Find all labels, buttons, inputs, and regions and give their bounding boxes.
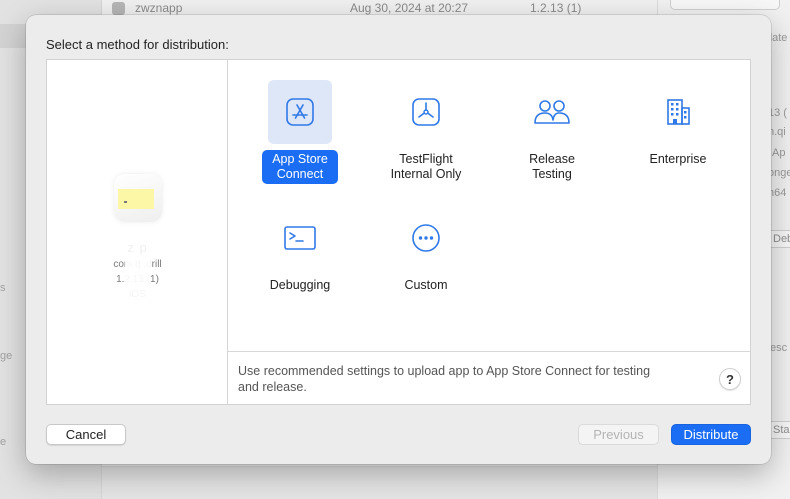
background-footer <box>102 466 657 499</box>
method-label: App Store Connect <box>262 150 338 184</box>
method-label: Release Testing <box>529 152 575 181</box>
method-release-testing[interactable]: Release Testing <box>497 80 607 184</box>
method-testflight-internal[interactable]: TestFlight Internal Only <box>371 80 481 184</box>
archive-date: Aug 30, 2024 at 20:27 <box>350 1 469 15</box>
background-fragment: Ap <box>772 147 786 159</box>
background-left-fragment: ge <box>0 350 13 362</box>
archive-version: 1.2.13 (1) <box>530 1 582 15</box>
method-tile[interactable] <box>520 80 584 144</box>
background-left-fragment: e <box>0 436 7 448</box>
background-button <box>670 0 780 10</box>
method-description: Use recommended settings to upload app t… <box>238 364 651 394</box>
archive-name: zwznapp <box>135 1 183 15</box>
method-description-bar: Use recommended settings to upload app t… <box>228 351 750 404</box>
terminal-icon <box>284 226 316 250</box>
distribution-panel: z p com.q .drill 1.2.13 (1) iOS App Stor… <box>46 59 751 405</box>
method-tile[interactable] <box>268 206 332 270</box>
method-tile[interactable] <box>268 80 332 144</box>
dialog-title: Select a method for distribution: <box>46 37 229 52</box>
distribution-dialog: Select a method for distribution: z p co… <box>26 15 771 464</box>
distribution-methods: App Store Connect TestFlight Internal On… <box>228 60 750 350</box>
cancel-button[interactable]: Cancel <box>46 424 126 445</box>
app-icon <box>114 174 162 222</box>
method-enterprise[interactable]: Enterprise <box>623 80 733 169</box>
app-icon-artwork <box>118 189 154 209</box>
previous-button[interactable]: Previous <box>578 424 659 445</box>
method-label: TestFlight Internal Only <box>390 152 462 181</box>
testflight-icon <box>412 98 440 126</box>
app-info-pane: z p com.q .drill 1.2.13 (1) iOS <box>47 60 228 404</box>
background-archive-row: zwznapp Aug 30, 2024 at 20:27 1.2.13 (1) <box>112 0 581 16</box>
method-debugging[interactable]: Debugging <box>245 206 355 295</box>
method-tile[interactable] <box>394 80 458 144</box>
method-custom[interactable]: Custom <box>371 206 481 295</box>
app-icon-artwork <box>124 201 127 203</box>
method-label: Custom <box>404 278 448 292</box>
method-app-store-connect[interactable]: App Store Connect <box>245 80 355 184</box>
people-icon <box>534 100 570 124</box>
distribute-button[interactable]: Distribute <box>671 424 751 445</box>
background-fragment: onge <box>768 167 790 179</box>
app-store-icon <box>286 98 314 126</box>
method-label: Debugging <box>269 278 331 292</box>
method-label: Enterprise <box>649 152 707 166</box>
app-icon <box>112 1 125 15</box>
method-tile[interactable] <box>646 80 710 144</box>
method-tile[interactable] <box>394 206 458 270</box>
help-button[interactable]: ? <box>719 368 741 390</box>
background-left-fragment: s <box>0 282 6 294</box>
ellipsis-icon <box>412 224 440 252</box>
building-icon <box>667 99 690 125</box>
background-fragment: esc <box>770 342 788 354</box>
redaction-mask <box>125 236 151 298</box>
